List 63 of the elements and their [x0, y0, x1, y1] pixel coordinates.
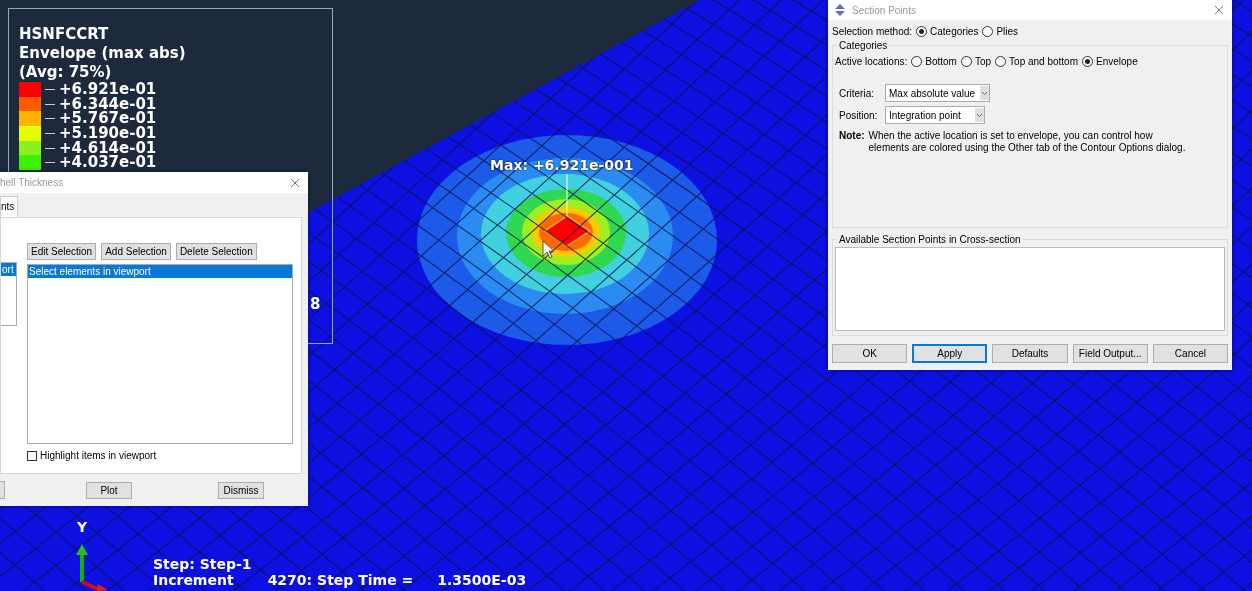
radio-icon[interactable]: [911, 56, 923, 67]
selection-button[interactable]: Add Selection: [101, 243, 171, 260]
legend-title: (Avg: 75%): [19, 63, 113, 82]
dialog-button[interactable]: Defaults: [992, 344, 1068, 363]
field-label: Criteria:: [839, 87, 875, 99]
radio-icon[interactable]: [1082, 56, 1093, 67]
legend-value: +4.037e-01: [59, 155, 157, 171]
status-text: 1.3500E-03: [437, 572, 527, 588]
legend-title: Envelope (max abs): [19, 44, 187, 63]
axis-label: Y: [77, 519, 88, 535]
dismiss-button[interactable]: Dismiss: [218, 481, 264, 499]
legend-text: 8: [310, 295, 321, 313]
legend-value: +6.344e-01: [59, 96, 157, 112]
close-icon[interactable]: [290, 177, 300, 188]
list-box[interactable]: ort: [1, 262, 17, 326]
field-label: Position:: [839, 109, 879, 121]
list-item[interactable]: ort: [1, 263, 16, 276]
leader-line: [566, 173, 568, 217]
dialog-button[interactable]: OK: [832, 344, 908, 363]
radio-icon[interactable]: [916, 26, 928, 37]
group-title: Categories: [838, 40, 889, 51]
criteria-dropdown[interactable]: Max absolute value: [885, 84, 990, 102]
cursor-icon: [542, 240, 555, 259]
note-label: Note:: [839, 130, 865, 143]
group-title: Available Section Points in Cross-section: [838, 234, 1022, 245]
plot-button[interactable]: Plot: [86, 481, 132, 499]
field-label: Selection method:: [832, 26, 913, 37]
tab[interactable]: nts: [0, 196, 19, 217]
location-radio[interactable]: Top and bottom: [995, 56, 1078, 67]
selection-button[interactable]: Edit Selection: [27, 243, 97, 260]
method-radio[interactable]: Categories: [916, 26, 979, 37]
position-dropdown[interactable]: Integration point: [885, 106, 985, 124]
app-icon: [834, 4, 846, 16]
legend-value: +5.767e-01: [59, 111, 157, 127]
dialog-title: hell Thickness: [0, 177, 64, 188]
radio-icon[interactable]: [982, 26, 994, 37]
legend-value: +5.190e-01: [59, 126, 157, 141]
radio-icon[interactable]: [960, 56, 972, 67]
radio-icon[interactable]: [995, 56, 1007, 67]
method-radio[interactable]: Plies: [982, 26, 1019, 37]
dialog-button[interactable]: Field Output...: [1072, 344, 1148, 363]
status-text: 4270: Step Time =: [267, 572, 414, 588]
close-icon[interactable]: [1214, 5, 1224, 15]
field-label: Active locations:: [835, 56, 908, 67]
caret-icon: [975, 108, 984, 122]
selection-button[interactable]: Delete Selection: [175, 243, 257, 260]
location-radio[interactable]: Top: [960, 56, 992, 67]
dialog-button[interactable]: Cancel: [1152, 344, 1228, 363]
location-radio[interactable]: Bottom: [911, 56, 957, 67]
legend-value: +6.921e-01: [59, 82, 157, 97]
dialog-title: Section Points: [852, 4, 916, 16]
checkbox[interactable]: [27, 450, 37, 461]
list-item[interactable]: Select elements in viewport: [28, 265, 292, 278]
legend-title: HSNFCCRT: [19, 25, 110, 44]
location-radio[interactable]: Envelope: [1082, 56, 1138, 67]
note-text: When the active location is set to envelope, you can control how elements are colored using the Other tab of the Contour Options dialog.: [868, 130, 1187, 154]
list-box[interactable]: Select elements in viewport: [27, 264, 293, 444]
legend-value: +4.614e-01: [59, 140, 157, 156]
checkbox-label[interactable]: Highlight items in viewport: [40, 450, 157, 461]
caret-icon: [980, 86, 989, 100]
status-text: Increment: [153, 572, 234, 588]
status-text: Step: Step-1: [153, 556, 252, 572]
dialog-button[interactable]: Apply: [912, 344, 988, 363]
